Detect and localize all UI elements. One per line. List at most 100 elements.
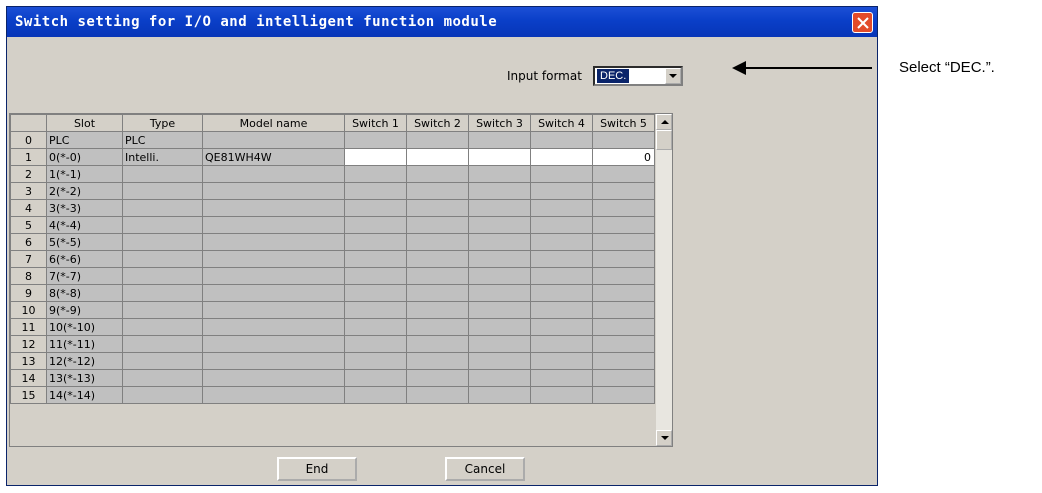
switch-4-cell[interactable]	[530, 318, 593, 336]
column-header-switch-1[interactable]: Switch 1	[344, 114, 407, 132]
switch-5-cell[interactable]	[592, 131, 655, 149]
model-name-cell[interactable]	[202, 301, 345, 319]
model-name-cell[interactable]: QE81WH4W	[202, 148, 345, 166]
type-cell[interactable]	[122, 386, 203, 404]
column-header-switch-3[interactable]: Switch 3	[468, 114, 531, 132]
type-cell[interactable]	[122, 199, 203, 217]
switch-3-cell[interactable]	[468, 216, 531, 234]
switch-4-cell[interactable]	[530, 199, 593, 217]
switch-4-cell[interactable]	[530, 182, 593, 200]
switch-4-cell[interactable]	[530, 301, 593, 319]
cancel-button[interactable]: Cancel	[445, 457, 525, 481]
switch-2-cell[interactable]	[406, 284, 469, 302]
slot-cell[interactable]: 11(*-11)	[46, 335, 123, 353]
model-name-cell[interactable]	[202, 267, 345, 285]
switch-1-cell[interactable]	[344, 250, 407, 268]
switch-5-cell[interactable]	[592, 369, 655, 387]
switch-3-cell[interactable]	[468, 267, 531, 285]
switch-2-cell[interactable]	[406, 182, 469, 200]
slot-cell[interactable]: 10(*-10)	[46, 318, 123, 336]
switch-4-cell[interactable]	[530, 131, 593, 149]
switch-1-cell[interactable]	[344, 301, 407, 319]
switch-4-cell[interactable]	[530, 233, 593, 251]
switch-5-cell[interactable]	[592, 250, 655, 268]
switch-2-cell[interactable]	[406, 301, 469, 319]
type-cell[interactable]	[122, 284, 203, 302]
switch-2-cell[interactable]	[406, 216, 469, 234]
switch-1-cell[interactable]	[344, 352, 407, 370]
switch-4-cell[interactable]	[530, 352, 593, 370]
switch-5-cell[interactable]	[592, 199, 655, 217]
switch-2-cell[interactable]	[406, 148, 469, 166]
vertical-scrollbar[interactable]	[656, 114, 672, 446]
switch-4-cell[interactable]	[530, 250, 593, 268]
switch-3-cell[interactable]	[468, 369, 531, 387]
slot-cell[interactable]: 8(*-8)	[46, 284, 123, 302]
column-header-type[interactable]: Type	[122, 114, 203, 132]
column-header-switch-2[interactable]: Switch 2	[406, 114, 469, 132]
switch-5-cell[interactable]	[592, 386, 655, 404]
switch-2-cell[interactable]	[406, 386, 469, 404]
slot-cell[interactable]: 0(*-0)	[46, 148, 123, 166]
switch-4-cell[interactable]	[530, 267, 593, 285]
close-button[interactable]	[852, 12, 873, 33]
slot-cell[interactable]: 5(*-5)	[46, 233, 123, 251]
model-name-cell[interactable]	[202, 352, 345, 370]
switch-4-cell[interactable]	[530, 284, 593, 302]
type-cell[interactable]	[122, 369, 203, 387]
slot-cell[interactable]: 4(*-4)	[46, 216, 123, 234]
switch-5-cell[interactable]: 0	[592, 148, 655, 166]
switch-5-cell[interactable]	[592, 284, 655, 302]
switch-1-cell[interactable]	[344, 386, 407, 404]
model-name-cell[interactable]	[202, 216, 345, 234]
model-name-cell[interactable]	[202, 318, 345, 336]
switch-1-cell[interactable]	[344, 148, 407, 166]
switch-5-cell[interactable]	[592, 335, 655, 353]
type-cell[interactable]	[122, 318, 203, 336]
dropdown-button[interactable]	[665, 68, 681, 84]
switch-3-cell[interactable]	[468, 284, 531, 302]
switch-1-cell[interactable]	[344, 131, 407, 149]
type-cell[interactable]	[122, 182, 203, 200]
type-cell[interactable]	[122, 301, 203, 319]
switch-2-cell[interactable]	[406, 267, 469, 285]
switch-2-cell[interactable]	[406, 335, 469, 353]
end-button[interactable]: End	[277, 457, 357, 481]
slot-cell[interactable]: 14(*-14)	[46, 386, 123, 404]
switch-2-cell[interactable]	[406, 352, 469, 370]
switch-1-cell[interactable]	[344, 182, 407, 200]
slot-cell[interactable]: 2(*-2)	[46, 182, 123, 200]
model-name-cell[interactable]	[202, 250, 345, 268]
type-cell[interactable]	[122, 165, 203, 183]
switch-2-cell[interactable]	[406, 318, 469, 336]
switch-1-cell[interactable]	[344, 335, 407, 353]
switch-4-cell[interactable]	[530, 369, 593, 387]
switch-3-cell[interactable]	[468, 318, 531, 336]
model-name-cell[interactable]	[202, 284, 345, 302]
column-header-switch-4[interactable]: Switch 4	[530, 114, 593, 132]
switch-1-cell[interactable]	[344, 199, 407, 217]
switch-3-cell[interactable]	[468, 182, 531, 200]
switch-4-cell[interactable]	[530, 335, 593, 353]
slot-cell[interactable]: 6(*-6)	[46, 250, 123, 268]
type-cell[interactable]: Intelli.	[122, 148, 203, 166]
switch-1-cell[interactable]	[344, 165, 407, 183]
switch-2-cell[interactable]	[406, 369, 469, 387]
model-name-cell[interactable]	[202, 335, 345, 353]
type-cell[interactable]	[122, 352, 203, 370]
switch-3-cell[interactable]	[468, 250, 531, 268]
switch-1-cell[interactable]	[344, 318, 407, 336]
model-name-cell[interactable]	[202, 182, 345, 200]
switch-5-cell[interactable]	[592, 301, 655, 319]
switch-3-cell[interactable]	[468, 131, 531, 149]
type-cell[interactable]	[122, 216, 203, 234]
slot-cell[interactable]: PLC	[46, 131, 123, 149]
switch-1-cell[interactable]	[344, 267, 407, 285]
column-header-model-name[interactable]: Model name	[202, 114, 345, 132]
switch-4-cell[interactable]	[530, 165, 593, 183]
switch-3-cell[interactable]	[468, 301, 531, 319]
switch-2-cell[interactable]	[406, 250, 469, 268]
switch-3-cell[interactable]	[468, 199, 531, 217]
scroll-up-button[interactable]	[656, 114, 672, 130]
model-name-cell[interactable]	[202, 369, 345, 387]
